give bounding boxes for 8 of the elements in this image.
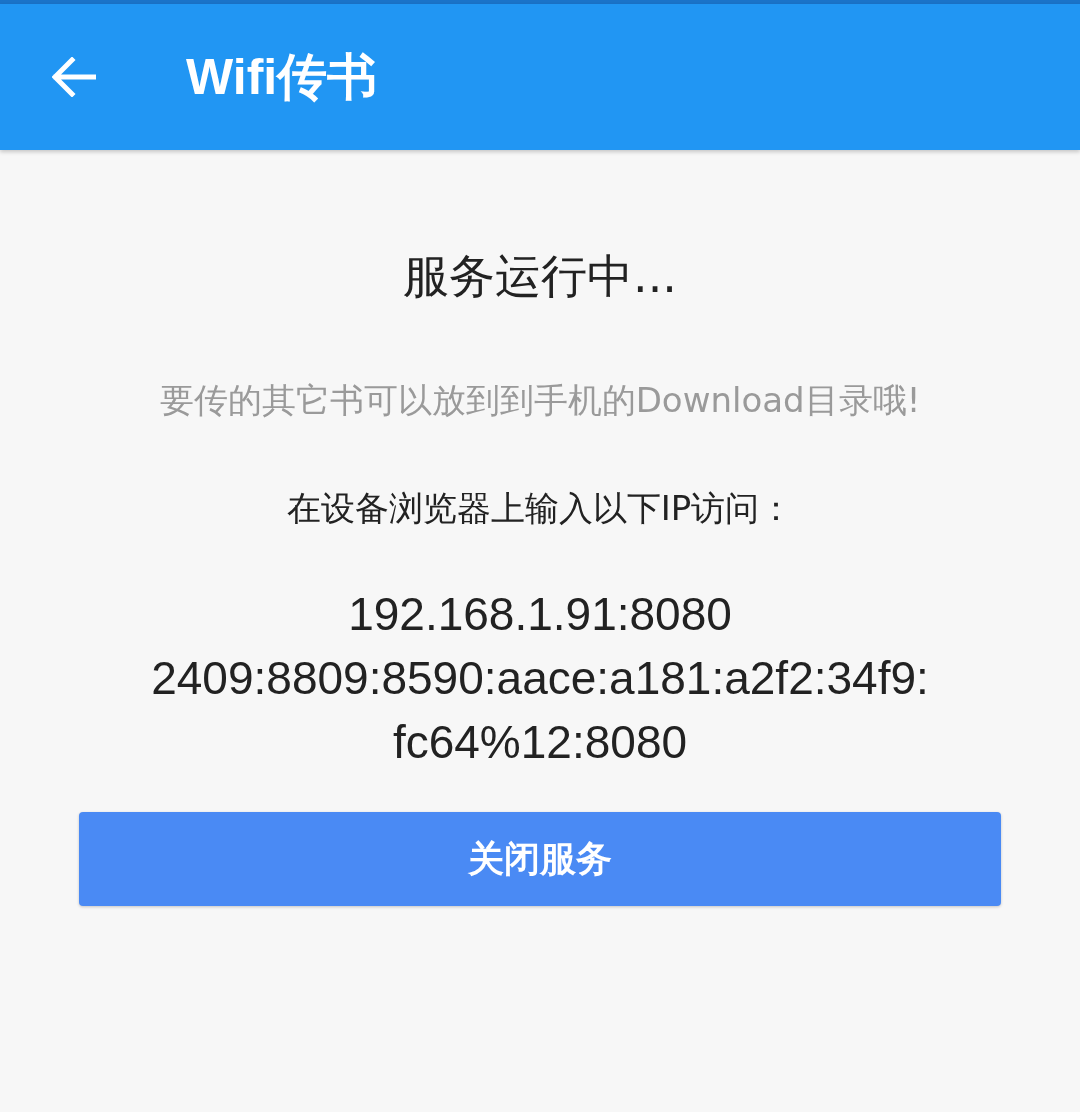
app-title: Wifi传书 (186, 47, 378, 107)
stop-service-button[interactable]: 关闭服务 (79, 812, 1001, 906)
status-text: 服务运行中... (403, 248, 677, 305)
back-arrow-icon (52, 57, 96, 97)
ip-address: 192.168.1.91:8080 (348, 587, 732, 642)
hint-text: 要传的其它书可以放到到手机的Download目录哦! (159, 379, 921, 422)
ip-address: 2409:8809:8590:aace:a181:a2f2:34f9:fc64%12:8080 (150, 651, 930, 770)
instruction-text: 在设备浏览器上输入以下IP访问： (286, 487, 794, 530)
